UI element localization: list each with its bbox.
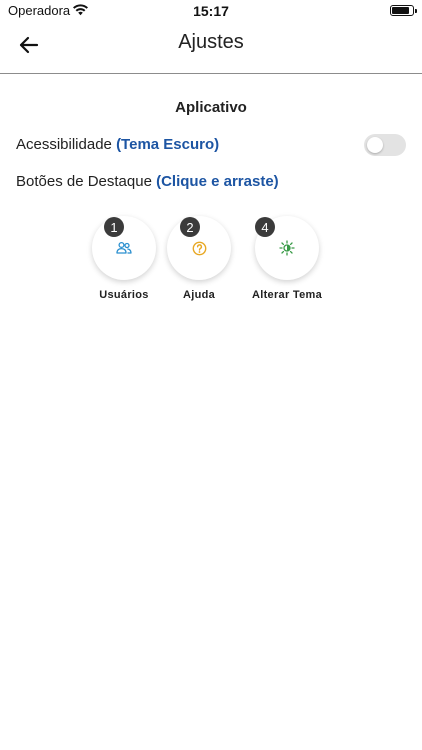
dark-theme-toggle[interactable]: [364, 134, 406, 156]
shortcut-badge: 2: [180, 217, 200, 237]
shortcut-badge: 1: [104, 217, 124, 237]
toggle-knob: [367, 137, 383, 153]
theme-toggle-icon: [279, 240, 295, 256]
battery-icon: [390, 5, 417, 16]
status-bar: Operadora 15:17: [0, 0, 422, 22]
help-circle-icon: [192, 241, 206, 255]
highlight-buttons-label: Botões de Destaque: [16, 173, 152, 190]
accessibility-hint: (Tema Escuro): [116, 136, 220, 153]
highlight-buttons-setting: Botões de Destaque (Clique e arraste): [16, 173, 406, 190]
header-bar: Ajustes: [0, 22, 422, 74]
section-title: Aplicativo: [175, 99, 247, 116]
shortcut-badge: 4: [255, 217, 275, 237]
shortcut-users-button[interactable]: [92, 216, 156, 280]
accessibility-label: Acessibilidade: [16, 136, 112, 153]
users-icon: [116, 241, 132, 254]
highlight-buttons-hint: (Clique e arraste): [156, 173, 279, 190]
page-title: Ajustes: [178, 31, 244, 53]
shortcut-label: Alterar Tema: [251, 289, 323, 301]
clock: 15:17: [193, 3, 229, 19]
accessibility-setting: Acessibilidade (Tema Escuro): [16, 136, 406, 153]
